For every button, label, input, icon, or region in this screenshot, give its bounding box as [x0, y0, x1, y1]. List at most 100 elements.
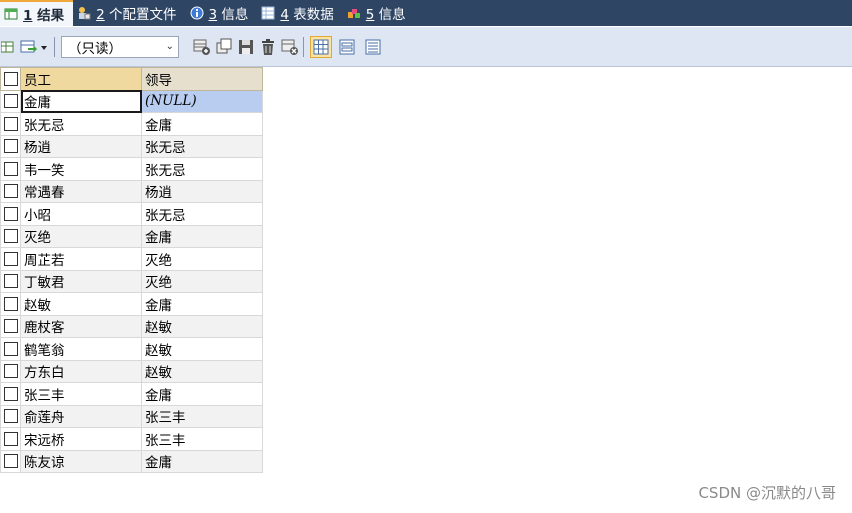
cell-leader[interactable]: 张无忌: [141, 157, 263, 181]
export-dropdown-button[interactable]: [16, 36, 52, 58]
checkbox[interactable]: [3, 94, 18, 109]
save-button[interactable]: [235, 36, 257, 58]
row-checkbox-cell[interactable]: [0, 179, 21, 203]
checkbox[interactable]: [3, 251, 18, 266]
column-header-employee[interactable]: 员工: [20, 67, 142, 91]
cell-employee[interactable]: 方东白: [20, 359, 142, 383]
checkbox[interactable]: [3, 364, 18, 379]
cell-employee[interactable]: 陈友谅: [20, 449, 142, 473]
cell-leader[interactable]: 杨逍: [141, 179, 263, 203]
cell-leader[interactable]: 赵敏: [141, 337, 263, 361]
checkbox[interactable]: [3, 454, 18, 469]
cell-leader[interactable]: 张无忌: [141, 202, 263, 226]
table-row[interactable]: 小昭 张无忌: [0, 202, 263, 226]
table-row[interactable]: 周芷若 灭绝: [0, 247, 263, 271]
checkbox[interactable]: [3, 161, 18, 176]
cell-employee[interactable]: 俞莲舟: [20, 404, 142, 428]
checkbox[interactable]: [3, 184, 18, 199]
cell-employee[interactable]: 张三丰: [20, 382, 142, 406]
table-row[interactable]: 陈友谅 金庸: [0, 449, 263, 473]
cell-employee[interactable]: 鹿杖客: [20, 314, 142, 338]
row-checkbox-cell[interactable]: [0, 404, 21, 428]
row-checkbox-cell[interactable]: [0, 427, 21, 451]
tab-results[interactable]: 1 结果: [0, 0, 74, 26]
checkbox[interactable]: [3, 341, 18, 356]
row-checkbox-cell[interactable]: [0, 157, 21, 181]
row-checkbox-cell[interactable]: [0, 449, 21, 473]
cell-leader[interactable]: 灭绝: [141, 247, 263, 271]
row-checkbox-cell[interactable]: [0, 292, 21, 316]
checkbox[interactable]: [3, 206, 18, 221]
cell-employee[interactable]: 小昭: [20, 202, 142, 226]
table-row[interactable]: 常遇春 杨逍: [0, 179, 263, 203]
table-row[interactable]: 张无忌 金庸: [0, 112, 263, 136]
cell-employee[interactable]: 常遇春: [20, 179, 142, 203]
checkbox[interactable]: [3, 319, 18, 334]
cell-leader[interactable]: 金庸: [141, 224, 263, 248]
grid-mode-select[interactable]: （只读） ⌄: [61, 35, 179, 58]
cell-employee[interactable]: 张无忌: [20, 112, 142, 136]
table-row[interactable]: 丁敏君 灭绝: [0, 269, 263, 293]
grid-view-button[interactable]: [310, 35, 332, 58]
row-checkbox-cell[interactable]: [0, 134, 21, 158]
column-header-leader[interactable]: 领导: [141, 67, 263, 91]
cell-leader[interactable]: 张三丰: [141, 427, 263, 451]
cell-employee[interactable]: 杨逍: [20, 134, 142, 158]
checkbox[interactable]: [3, 116, 18, 131]
tab-info[interactable]: 3 信息: [186, 0, 258, 26]
cell-employee[interactable]: 丁敏君: [20, 269, 142, 293]
table-row[interactable]: 金庸 (NULL): [0, 89, 263, 113]
table-row[interactable]: 俞莲舟 张三丰: [0, 404, 263, 428]
checkbox[interactable]: [3, 409, 18, 424]
row-checkbox-cell[interactable]: [0, 314, 21, 338]
insert-row-button[interactable]: [191, 36, 213, 58]
cell-leader[interactable]: 赵敏: [141, 359, 263, 383]
table-row[interactable]: 杨逍 张无忌: [0, 134, 263, 158]
row-checkbox-cell[interactable]: [0, 359, 21, 383]
cell-employee[interactable]: 赵敏: [20, 292, 142, 316]
cell-leader[interactable]: 金庸: [141, 449, 263, 473]
tab-table-data[interactable]: 4 表数据: [257, 0, 342, 26]
cell-employee[interactable]: 鹤笔翁: [20, 337, 142, 361]
table-row[interactable]: 宋远桥 张三丰: [0, 427, 263, 451]
cell-employee[interactable]: 周芷若: [20, 247, 142, 271]
checkbox[interactable]: [3, 296, 18, 311]
table-row[interactable]: 张三丰 金庸: [0, 382, 263, 406]
row-checkbox-cell[interactable]: [0, 224, 21, 248]
row-checkbox-cell[interactable]: [0, 112, 21, 136]
cell-leader[interactable]: 张无忌: [141, 134, 263, 158]
row-checkbox-cell[interactable]: [0, 89, 21, 113]
table-row[interactable]: 鹿杖客 赵敏: [0, 314, 263, 338]
checkbox[interactable]: [3, 274, 18, 289]
row-checkbox-cell[interactable]: [0, 202, 21, 226]
checkbox[interactable]: [3, 139, 18, 154]
delete-row-button[interactable]: [257, 36, 279, 58]
cell-leader[interactable]: (NULL): [141, 89, 263, 113]
form-view-button[interactable]: [336, 36, 358, 58]
cell-leader[interactable]: 灭绝: [141, 269, 263, 293]
cell-employee[interactable]: 金庸: [20, 89, 142, 113]
select-all-checkbox-cell[interactable]: [0, 67, 21, 91]
table-row[interactable]: 灭绝 金庸: [0, 224, 263, 248]
checkbox[interactable]: [3, 229, 18, 244]
export-grid-button[interactable]: [0, 36, 16, 58]
table-row[interactable]: 赵敏 金庸: [0, 292, 263, 316]
checkbox[interactable]: [3, 431, 18, 446]
row-checkbox-cell[interactable]: [0, 247, 21, 271]
cell-leader[interactable]: 金庸: [141, 382, 263, 406]
row-checkbox-cell[interactable]: [0, 337, 21, 361]
checkbox[interactable]: [3, 71, 18, 86]
cell-employee[interactable]: 宋远桥: [20, 427, 142, 451]
table-row[interactable]: 鹤笔翁 赵敏: [0, 337, 263, 361]
cell-leader[interactable]: 张三丰: [141, 404, 263, 428]
cell-leader[interactable]: 金庸: [141, 112, 263, 136]
row-checkbox-cell[interactable]: [0, 382, 21, 406]
text-view-button[interactable]: [362, 36, 384, 58]
checkbox[interactable]: [3, 386, 18, 401]
cancel-changes-button[interactable]: [279, 36, 301, 58]
cell-employee[interactable]: 韦一笑: [20, 157, 142, 181]
table-row[interactable]: 方东白 赵敏: [0, 359, 263, 383]
tab-info-2[interactable]: 5 信息: [343, 0, 415, 26]
table-row[interactable]: 韦一笑 张无忌: [0, 157, 263, 181]
duplicate-row-button[interactable]: [213, 36, 235, 58]
